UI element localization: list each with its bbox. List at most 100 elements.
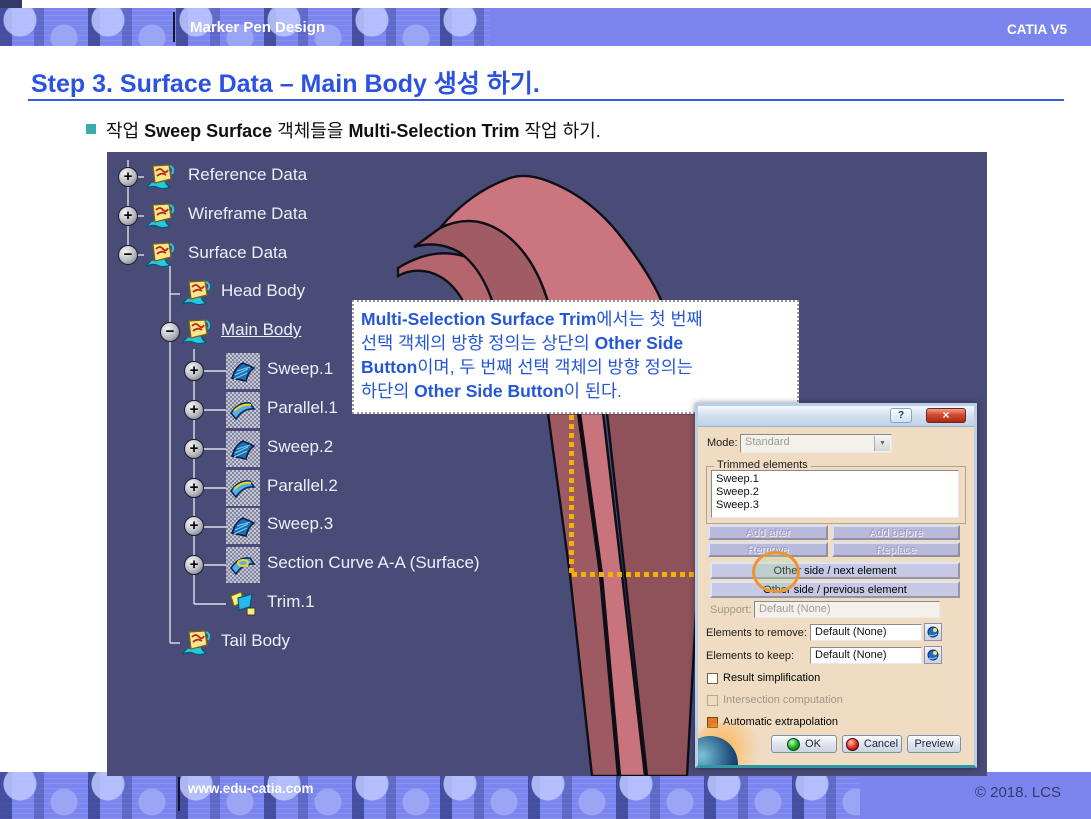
tree-item-icon-cell [144, 159, 178, 195]
geoset-icon [145, 163, 177, 191]
mode-combobox[interactable]: Standard ▼ [740, 434, 892, 453]
tree-item-parallel-2[interactable]: + Parallel.2 [107, 469, 667, 507]
add-after-button[interactable]: Add after [708, 525, 828, 540]
help-button[interactable]: ? [890, 408, 912, 423]
tree-item-icon-cell [226, 431, 260, 467]
red-orb-icon [846, 738, 859, 751]
text-segment: 객체들을 [272, 121, 348, 141]
tree-item-label[interactable]: Sweep.3 [267, 514, 333, 534]
elements-to-remove-field[interactable]: Default (None) [810, 624, 922, 641]
tree-item-icon-cell [144, 198, 178, 234]
callout-line: Multi-Selection Surface Trim에서는 첫 번째 [361, 307, 790, 331]
checkbox-label: Intersection computation [723, 694, 843, 706]
footer-site-link[interactable]: www.edu-catia.com [188, 781, 314, 796]
expand-plus-icon[interactable]: + [118, 206, 138, 226]
text-segment: 이며, 두 번째 선택 객체의 방향 정의는 [417, 357, 693, 377]
remove-elements-picker-button[interactable] [924, 623, 942, 641]
close-button[interactable]: × [926, 408, 966, 423]
tree-item-label[interactable]: Reference Data [188, 165, 307, 185]
tree-item-label[interactable]: Main Body [221, 320, 301, 340]
tree-item-reference-data[interactable]: + Reference Data [107, 158, 667, 196]
preview-button[interactable]: Preview [907, 735, 961, 753]
callout-line: 하단의 Other Side Button이 된다. [361, 379, 790, 403]
collapse-minus-icon[interactable]: − [160, 322, 180, 342]
tree-item-label[interactable]: Trim.1 [267, 592, 315, 612]
text-segment: 이 된다. [564, 381, 622, 401]
trimmed-elements-list[interactable]: Sweep.1Sweep.2Sweep.3 [711, 470, 959, 518]
cancel-button-label: Cancel [864, 738, 898, 750]
ok-button[interactable]: OK [771, 735, 837, 753]
elements-to-keep-label: Elements to keep: [706, 650, 794, 662]
tree-item-sweep-3[interactable]: + Sweep.3 [107, 507, 667, 545]
other-side-next-button[interactable]: Other side / next element [710, 562, 960, 579]
eraser-icon [926, 648, 940, 662]
collapse-minus-icon[interactable]: − [118, 245, 138, 265]
expand-plus-icon[interactable]: + [184, 439, 204, 459]
sweep-icon [228, 511, 258, 541]
tree-item-label[interactable]: Sweep.1 [267, 359, 333, 379]
bullet-text: 작업 Sweep Surface 객체들을 Multi-Selection Tr… [106, 117, 601, 143]
parallel-icon [228, 473, 258, 503]
callout-line: 선택 객체의 방향 정의는 상단의 Other Side [361, 331, 790, 355]
elements-to-keep-field[interactable]: Default (None) [810, 647, 922, 664]
checkbox-icon[interactable] [707, 673, 718, 684]
tree-item-label[interactable]: Parallel.2 [267, 476, 338, 496]
expand-plus-icon[interactable]: + [184, 478, 204, 498]
tree-item-tail-body[interactable]: Tail Body [107, 624, 667, 662]
text-segment: Other Side [595, 333, 684, 353]
tree-item-icon-cell [180, 625, 214, 661]
bullet-icon [86, 124, 96, 134]
keep-elements-picker-button[interactable] [924, 646, 942, 664]
tree-item-label[interactable]: Parallel.1 [267, 398, 338, 418]
text-segment: 작업 [106, 121, 144, 141]
tree-item-label[interactable]: Section Curve A-A (Surface) [267, 553, 480, 573]
expand-plus-icon[interactable]: + [118, 167, 138, 187]
add-before-button[interactable]: Add before [832, 525, 960, 540]
other-side-previous-button[interactable]: Other side / previous element [710, 581, 960, 598]
green-orb-icon [787, 738, 800, 751]
text-segment: 선택 객체의 방향 정의는 상단의 [361, 333, 595, 353]
tree-item-icon-cell [226, 470, 260, 506]
expand-plus-icon[interactable]: + [184, 516, 204, 536]
expand-plus-icon[interactable]: + [184, 361, 204, 381]
checkbox-label: Result simplification [723, 672, 820, 684]
tree-item-icon-cell [180, 314, 214, 350]
expand-plus-icon[interactable]: + [184, 555, 204, 575]
geoset-icon [181, 318, 213, 346]
footer-band [0, 772, 1091, 819]
tree-item-label[interactable]: Surface Data [188, 243, 287, 263]
tree-item-sweep-2[interactable]: + Sweep.2 [107, 430, 667, 468]
text-segment: 하단의 [361, 381, 414, 401]
preview-button-label: Preview [914, 738, 953, 750]
trim-icon [228, 589, 258, 619]
trimmed-element-item[interactable]: Sweep.3 [716, 499, 954, 512]
geoset-icon [145, 202, 177, 230]
tree-item-label[interactable]: Sweep.2 [267, 437, 333, 457]
tree-item-label[interactable]: Head Body [221, 281, 305, 301]
tree-item-trim-1[interactable]: Trim.1 [107, 585, 667, 623]
tree-item-section-curve-a-a-surface-[interactable]: + Section Curve A-A (Surface) [107, 546, 667, 584]
chevron-down-icon[interactable]: ▼ [874, 436, 890, 451]
eraser-icon [926, 625, 940, 639]
tree-item-icon-cell [226, 586, 260, 622]
trim-dialog: ? × Mode: Standard ▼ Trimmed elements Sw… [695, 403, 977, 768]
expand-plus-icon[interactable]: + [184, 400, 204, 420]
support-field[interactable]: Default (None) [754, 601, 940, 618]
tree-item-label[interactable]: Tail Body [221, 631, 290, 651]
section-icon [228, 550, 258, 580]
cancel-button[interactable]: Cancel [842, 735, 902, 753]
trimmed-element-item[interactable]: Sweep.2 [716, 486, 954, 499]
checkbox-icon [707, 695, 718, 706]
tree-item-wireframe-data[interactable]: + Wireframe Data [107, 197, 667, 235]
dialog-titlebar[interactable]: ? × [698, 406, 974, 427]
replace-button[interactable]: Replace [832, 542, 960, 557]
tree-item-label[interactable]: Wireframe Data [188, 204, 307, 224]
sweep-icon [228, 356, 258, 386]
trimmed-element-item[interactable]: Sweep.1 [716, 473, 954, 486]
header-brand: CATIA V5 [1007, 22, 1067, 37]
tree-item-surface-data[interactable]: − Surface Data [107, 236, 667, 274]
footer-copyright: © 2018. LCS [975, 784, 1061, 801]
annotation-callout: Multi-Selection Surface Trim에서는 첫 번째 선택 … [352, 300, 799, 414]
parallel-icon [228, 395, 258, 425]
geoset-icon [145, 241, 177, 269]
